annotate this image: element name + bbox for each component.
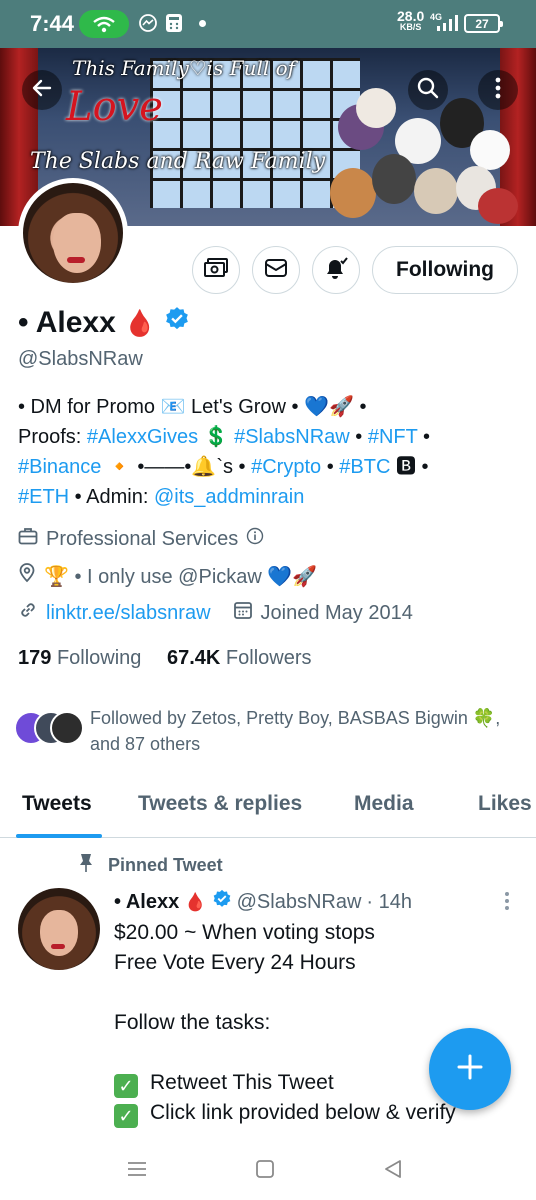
bell-check-icon <box>323 256 349 285</box>
banner-pet-2 <box>356 88 396 128</box>
banner-pet-10 <box>478 188 518 224</box>
bio-line-1: • DM for Promo 📧 Let's Grow • 💙🚀 • <box>18 396 367 418</box>
joined-date: Joined May 2014 <box>260 601 413 624</box>
profile-handle: @SlabsNRaw <box>18 348 143 370</box>
pin-icon <box>78 853 94 878</box>
tab-tweets[interactable]: Tweets <box>22 792 92 816</box>
calculator-icon <box>163 12 185 34</box>
check-mark-icon: ✓ <box>114 1074 138 1098</box>
hashtag-link[interactable]: #Binance <box>18 456 101 478</box>
hashtag-link[interactable]: #NFT <box>368 426 418 448</box>
verified-badge-icon <box>164 306 190 340</box>
banner-love-text: Love <box>66 84 163 130</box>
banner-pet-5 <box>470 130 510 170</box>
battery-icon: 27 <box>464 14 503 33</box>
back-nav-button[interactable] <box>381 1157 405 1181</box>
hashtag-link[interactable]: #BTC <box>339 456 390 478</box>
category-label: Professional Services <box>46 527 239 550</box>
banner-subtitle: The Slabs and Raw Family <box>30 149 326 174</box>
location-text: 🏆 • I only use @Pickaw 💙🚀 <box>44 565 318 588</box>
bio-line-3: #Binance 🔸 •——•🔔`s • #Crypto • #BTC 🅱 • <box>18 456 429 478</box>
messenger-icon <box>137 12 159 34</box>
hashtag-link[interactable]: #SlabsNRaw <box>234 426 350 448</box>
tweet-line: $20.00 ~ When voting stops <box>114 921 375 944</box>
drop-emoji: 🩸 <box>184 891 207 912</box>
tip-button[interactable] <box>192 246 240 294</box>
followed-by-text[interactable]: Followed by Zetos, Pretty Boy, BASBAS Bi… <box>90 705 520 757</box>
network-speed: 28.0 KB/S <box>397 8 425 32</box>
following-count-link[interactable]: 179 Following <box>18 647 141 669</box>
profile-avatar[interactable] <box>18 178 128 288</box>
back-button[interactable] <box>22 70 62 110</box>
profile-tabs: Tweets Tweets & replies Media Likes <box>0 776 536 838</box>
status-bar: 7:44 28.0 KB/S 4G 27 <box>0 0 536 48</box>
mention-link[interactable]: @its_addminrain <box>154 486 304 508</box>
location-pin-icon <box>18 563 36 589</box>
bio-line-2: Proofs: #AlexxGives 💲 #SlabsNRaw • #NFT … <box>18 426 431 448</box>
banner-pet-8 <box>414 168 458 214</box>
profile-name: • Alexx 🩸 <box>18 306 190 340</box>
link-icon <box>18 600 38 626</box>
follow-counts: 179 Following 67.4K Followers <box>18 647 312 670</box>
message-button[interactable] <box>252 246 300 294</box>
briefcase-icon <box>18 527 38 551</box>
tweet-author-avatar[interactable] <box>18 888 100 970</box>
followers-count-link[interactable]: 67.4K Followers <box>167 647 312 669</box>
follower-avatar[interactable] <box>50 711 84 745</box>
website-link[interactable]: linktr.ee/slabsnraw <box>46 602 211 625</box>
tweet-author-name[interactable]: • Alexx <box>114 891 179 914</box>
pinned-label: Pinned Tweet <box>78 853 223 878</box>
system-nav-bar <box>0 1137 536 1200</box>
tweet-time: · 14h <box>366 890 412 913</box>
tab-media[interactable]: Media <box>354 792 414 816</box>
tab-tweets-replies[interactable]: Tweets & replies <box>138 792 302 816</box>
profile-links-row: linktr.ee/slabsnraw Joined May 2014 <box>18 600 413 626</box>
tweet-line: Free Vote Every 24 Hours <box>114 951 356 974</box>
notification-dot <box>199 20 206 27</box>
banner-window <box>150 58 360 208</box>
banner-title: This Family♡is Full of <box>72 56 296 80</box>
recent-apps-button[interactable] <box>125 1157 149 1181</box>
status-time: 7:44 <box>30 11 75 36</box>
verified-badge-icon <box>212 889 232 915</box>
hashtag-link[interactable]: #ETH <box>18 486 69 508</box>
tab-likes[interactable]: Likes <box>478 792 532 816</box>
profile-category: Professional Services <box>18 527 264 551</box>
search-icon <box>416 76 440 105</box>
bio-line-4: #ETH • Admin: @its_addminrain <box>18 486 305 508</box>
profile-location: 🏆 • I only use @Pickaw 💙🚀 <box>18 563 317 589</box>
display-name: • Alexx <box>18 306 116 339</box>
home-button[interactable] <box>253 1157 277 1181</box>
mail-icon <box>264 258 288 283</box>
hotspot-icon <box>79 10 129 38</box>
drop-emoji: 🩸 <box>123 307 157 338</box>
more-options-button[interactable] <box>478 70 518 110</box>
tweet-author-handle[interactable]: @SlabsNRaw <box>237 891 362 914</box>
profile-bio: • DM for Promo 📧 Let's Grow • 💙🚀 • Proof… <box>18 392 522 512</box>
following-button[interactable]: Following <box>372 246 518 294</box>
banner-pet-7 <box>372 154 416 204</box>
signal-icon <box>436 14 458 37</box>
info-icon[interactable] <box>246 527 264 551</box>
compose-tweet-button[interactable] <box>429 1028 511 1110</box>
check-mark-icon: ✓ <box>114 1104 138 1128</box>
hashtag-link[interactable]: #AlexxGives <box>87 426 198 448</box>
arrow-left-icon <box>30 76 54 105</box>
active-tab-indicator <box>16 834 102 838</box>
plus-icon <box>456 1053 484 1086</box>
tweet-more-icon[interactable] <box>500 890 514 912</box>
search-button[interactable] <box>408 70 448 110</box>
hashtag-link[interactable]: #Crypto <box>251 456 321 478</box>
notifications-button[interactable] <box>312 246 360 294</box>
tweet-line <box>114 978 514 1008</box>
tweet-header: • Alexx 🩸 @SlabsNRaw · 14h <box>114 889 412 915</box>
more-vertical-icon <box>495 77 501 104</box>
money-icon <box>203 257 229 284</box>
calendar-icon <box>233 600 253 626</box>
